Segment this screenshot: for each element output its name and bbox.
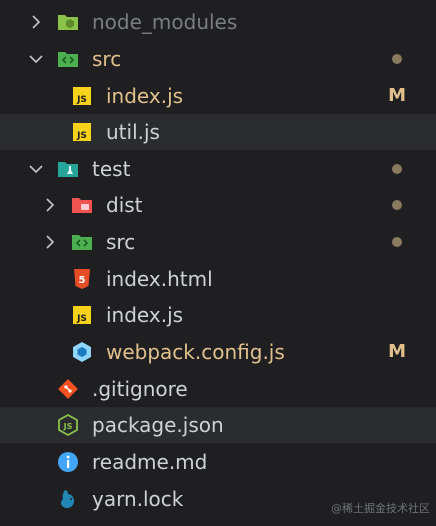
- tree-item-label: util.js: [106, 120, 160, 144]
- info-icon: [56, 450, 80, 474]
- tree-item-label: dist: [106, 193, 143, 217]
- svg-text:JS: JS: [63, 422, 73, 431]
- git-status-badge: M: [388, 85, 406, 106]
- tree-item-label: package.json: [92, 413, 224, 437]
- tree-item-test-folder[interactable]: test: [0, 151, 436, 187]
- tree-item-label: readme.md: [92, 450, 208, 474]
- svg-text:JS: JS: [76, 131, 87, 141]
- yarn-icon: [56, 487, 80, 511]
- file-explorer-tree: node_modules src JS index.js M JS util.j…: [0, 0, 436, 526]
- chevron-down-icon[interactable]: [28, 161, 44, 177]
- tree-item-label: src: [92, 47, 122, 71]
- svg-text:JS: JS: [76, 95, 87, 105]
- tree-item-src-folder[interactable]: src: [0, 41, 436, 77]
- tree-item-test-index-js[interactable]: JS index.js: [0, 297, 436, 333]
- chevron-right-icon[interactable]: [42, 234, 58, 250]
- tree-item-webpack-config[interactable]: webpack.config.js M: [0, 334, 436, 370]
- tree-item-label: index.js: [106, 303, 184, 327]
- tree-item-label: yarn.lock: [92, 487, 184, 511]
- tree-item-label: node_modules: [92, 10, 238, 34]
- chevron-right-icon[interactable]: [28, 14, 44, 30]
- tree-item-label: .gitignore: [92, 377, 188, 401]
- src-folder-icon: [70, 230, 94, 254]
- tree-item-package-json[interactable]: JS package.json: [0, 407, 436, 443]
- modified-dot: [392, 54, 402, 64]
- tree-item-node-modules[interactable]: node_modules: [0, 4, 436, 40]
- tree-item-label: webpack.config.js: [106, 340, 285, 364]
- tree-item-index-html[interactable]: 5 index.html: [0, 261, 436, 297]
- nodejs-file-icon: JS: [56, 413, 80, 437]
- node-modules-folder-icon: [56, 10, 80, 34]
- tree-item-label: src: [106, 230, 136, 254]
- tree-item-test-src-folder[interactable]: src: [0, 224, 436, 260]
- dist-folder-icon: [70, 193, 94, 217]
- tree-item-label: index.html: [106, 267, 213, 291]
- svg-text:JS: JS: [76, 314, 87, 324]
- js-file-icon: JS: [70, 120, 94, 144]
- webpack-file-icon: [70, 340, 94, 364]
- chevron-down-icon[interactable]: [28, 51, 44, 67]
- tree-item-label: test: [92, 157, 131, 181]
- src-folder-icon: [56, 47, 80, 71]
- js-file-icon: JS: [70, 84, 94, 108]
- git-status-badge: M: [388, 341, 406, 362]
- tree-item-readme[interactable]: readme.md: [0, 444, 436, 480]
- tree-item-gitignore[interactable]: .gitignore: [0, 371, 436, 407]
- html-file-icon: 5: [70, 267, 94, 291]
- modified-dot: [392, 164, 402, 174]
- modified-dot: [392, 200, 402, 210]
- tree-item-dist-folder[interactable]: dist: [0, 187, 436, 223]
- chevron-right-icon[interactable]: [42, 197, 58, 213]
- js-file-icon: JS: [70, 303, 94, 327]
- git-icon: [56, 377, 80, 401]
- watermark: @稀土掘金技术社区: [331, 502, 430, 515]
- tree-item-util-js[interactable]: JS util.js: [0, 114, 436, 150]
- tree-item-label: index.js: [106, 84, 184, 108]
- test-folder-icon: [56, 157, 80, 181]
- svg-text:5: 5: [79, 275, 86, 286]
- tree-item-index-js[interactable]: JS index.js M: [0, 78, 436, 114]
- modified-dot: [392, 237, 402, 247]
